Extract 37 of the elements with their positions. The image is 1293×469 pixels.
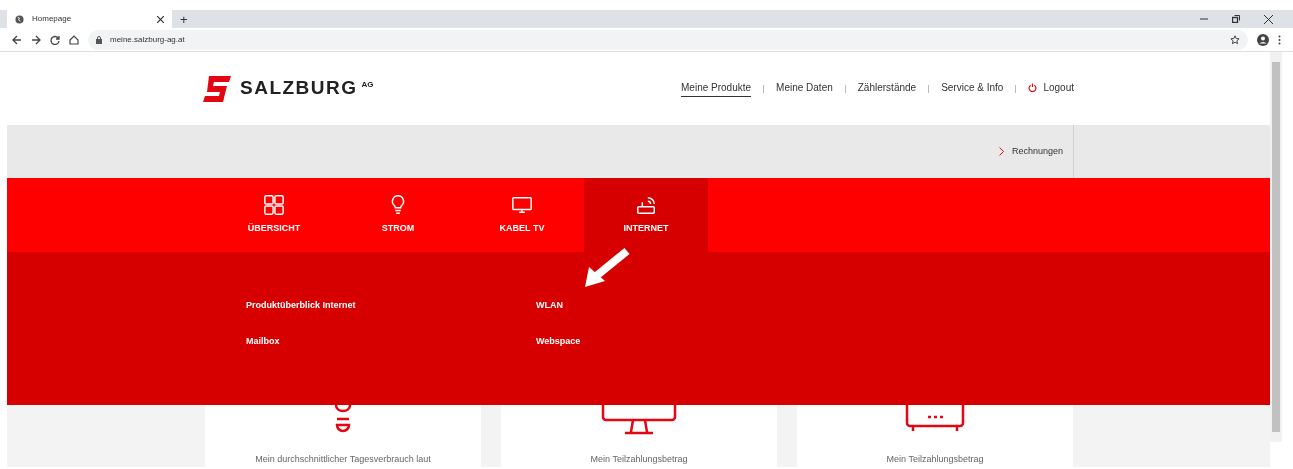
card-text: Mein durchschnittlicher Tagesverbrauch laut bbox=[255, 453, 431, 466]
back-arrow-icon[interactable] bbox=[12, 34, 22, 45]
invoices-link[interactable]: Rechnungen bbox=[998, 125, 1073, 178]
power-icon bbox=[1028, 83, 1038, 92]
nav-link[interactable]: Zählerstände bbox=[857, 80, 917, 97]
close-icon[interactable] bbox=[157, 15, 164, 23]
card-text: Mein Teilzahlungsbetrag bbox=[590, 453, 688, 466]
reload-icon[interactable] bbox=[50, 34, 60, 45]
globe-icon bbox=[15, 14, 24, 24]
product-tab[interactable]: INTERNET bbox=[584, 178, 708, 252]
home-icon[interactable] bbox=[69, 34, 79, 45]
router-icon bbox=[635, 194, 657, 217]
card-text: Mein Teilzahlungsbetrag bbox=[886, 453, 984, 466]
logout-link[interactable]: Logout bbox=[1028, 80, 1074, 97]
menu-link[interactable]: Produktüberblick Internet bbox=[246, 299, 356, 313]
logo-icon bbox=[203, 75, 233, 102]
browser-tab[interactable]: Homepage bbox=[7, 10, 172, 28]
chevron-right-icon bbox=[998, 147, 1004, 156]
star-icon[interactable] bbox=[1230, 34, 1240, 45]
profile-icon[interactable] bbox=[1257, 33, 1269, 46]
menu-icon[interactable] bbox=[1278, 34, 1281, 45]
nav-link[interactable]: Service & Info bbox=[941, 80, 1004, 97]
nav-link[interactable]: Meine Produkte bbox=[681, 80, 752, 97]
grid-icon bbox=[263, 194, 285, 217]
logo-suffix: AG bbox=[361, 78, 374, 91]
menu-link[interactable]: Mailbox bbox=[246, 334, 280, 348]
new-tab-button[interactable]: + bbox=[180, 10, 188, 28]
close-icon[interactable] bbox=[1264, 14, 1273, 24]
forward-arrow-icon[interactable] bbox=[31, 34, 41, 45]
menu-link[interactable]: Webspace bbox=[536, 334, 581, 348]
menu-link[interactable]: WLAN bbox=[536, 299, 563, 313]
nav-link[interactable]: Meine Daten bbox=[776, 80, 833, 97]
lock-icon bbox=[96, 35, 102, 44]
address-field[interactable]: meine.salzburg-ag.at bbox=[88, 29, 1248, 50]
minimize-icon[interactable] bbox=[1200, 15, 1208, 23]
restore-icon[interactable] bbox=[1232, 15, 1240, 23]
logo-text: SALZBURG bbox=[240, 76, 358, 101]
